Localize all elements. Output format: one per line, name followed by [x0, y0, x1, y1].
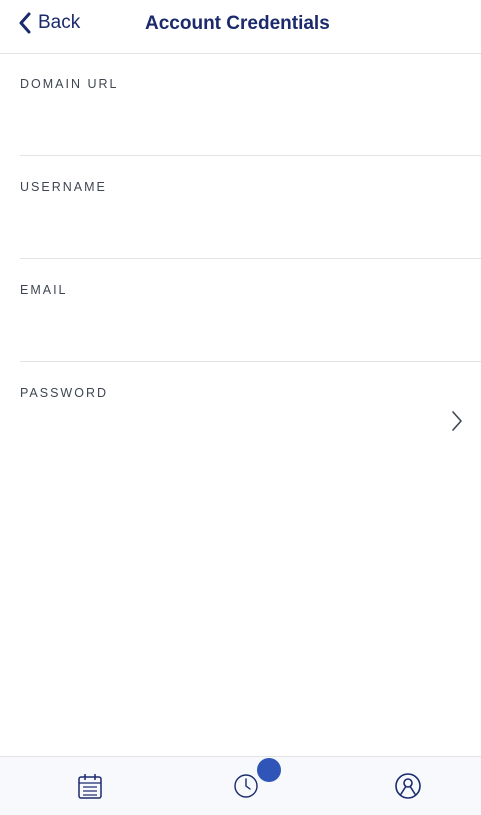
tab-history[interactable] [196, 757, 296, 815]
password-label: PASSWORD [20, 386, 108, 400]
back-button[interactable]: Back [18, 12, 80, 34]
email-field: EMAIL [20, 259, 481, 362]
chevron-right-icon[interactable] [451, 410, 463, 432]
username-field: USERNAME [20, 156, 481, 259]
nav-header: Back Account Credentials [0, 0, 481, 54]
domain-url-field: DOMAIN URL [20, 53, 481, 156]
tab-profile[interactable] [358, 757, 458, 815]
domain-url-input[interactable] [20, 99, 460, 139]
page-title: Account Credentials [145, 13, 330, 34]
password-field[interactable]: PASSWORD [20, 362, 481, 464]
email-label: EMAIL [20, 283, 68, 297]
credentials-form: DOMAIN URL USERNAME EMAIL PASSWORD [0, 53, 481, 464]
tab-calendar[interactable] [40, 757, 140, 815]
domain-url-label: DOMAIN URL [20, 77, 119, 91]
profile-icon [395, 773, 421, 799]
notification-badge [257, 758, 281, 782]
chevron-left-icon [19, 12, 31, 34]
tab-bar [0, 756, 481, 815]
clock-icon [234, 774, 258, 798]
calendar-icon [78, 774, 102, 799]
username-input[interactable] [20, 202, 460, 242]
email-input[interactable] [20, 305, 460, 345]
username-label: USERNAME [20, 180, 107, 194]
back-label: Back [38, 12, 81, 33]
